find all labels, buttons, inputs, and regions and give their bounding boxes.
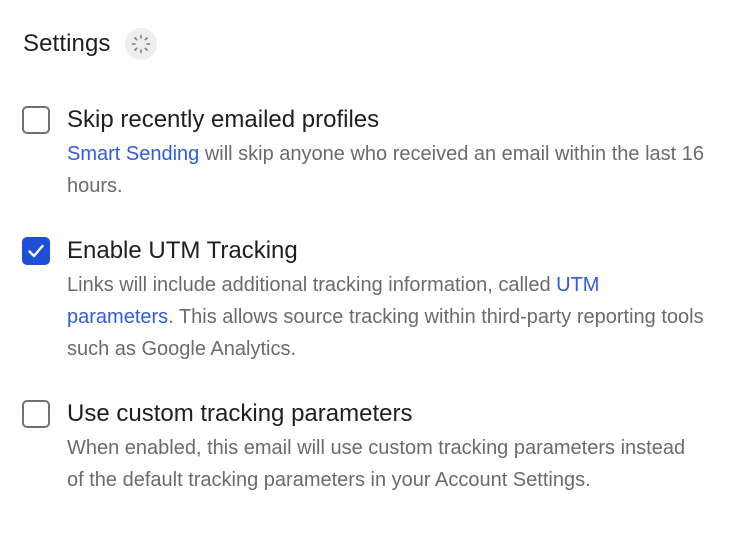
utm-description-text-before: Links will include additional tracking i…	[67, 274, 557, 296]
skip-recently-emailed-checkbox[interactable]	[22, 106, 50, 134]
loading-spinner-icon	[124, 28, 157, 60]
option-skip-recently-emailed: Skip recently emailed profiles Smart Sen…	[22, 102, 722, 202]
custom-tracking-parameters-label[interactable]: Use custom tracking parameters	[67, 396, 722, 432]
skip-recently-emailed-label[interactable]: Skip recently emailed profiles	[67, 102, 722, 138]
custom-tracking-parameters-description: When enabled, this email will use custom…	[67, 437, 686, 491]
settings-title: Settings	[23, 30, 111, 57]
settings-panel: Settings Skip recently emailed profiles …	[0, 0, 740, 556]
enable-utm-tracking-description: Links will include additional tracking i…	[67, 269, 707, 365]
enable-utm-tracking-checkbox[interactable]	[22, 237, 50, 265]
smart-sending-link[interactable]: Smart Sending	[67, 143, 199, 165]
settings-header: Settings	[23, 28, 157, 60]
skip-recently-emailed-description: Smart Sending will skip anyone who recei…	[67, 138, 707, 202]
checkmark-icon	[28, 244, 44, 258]
option-custom-tracking-parameters: Use custom tracking parameters When enab…	[22, 396, 722, 496]
option-enable-utm-tracking: Enable UTM Tracking Links will include a…	[22, 233, 722, 365]
enable-utm-tracking-label[interactable]: Enable UTM Tracking	[67, 233, 722, 269]
custom-tracking-parameters-checkbox[interactable]	[22, 400, 50, 428]
